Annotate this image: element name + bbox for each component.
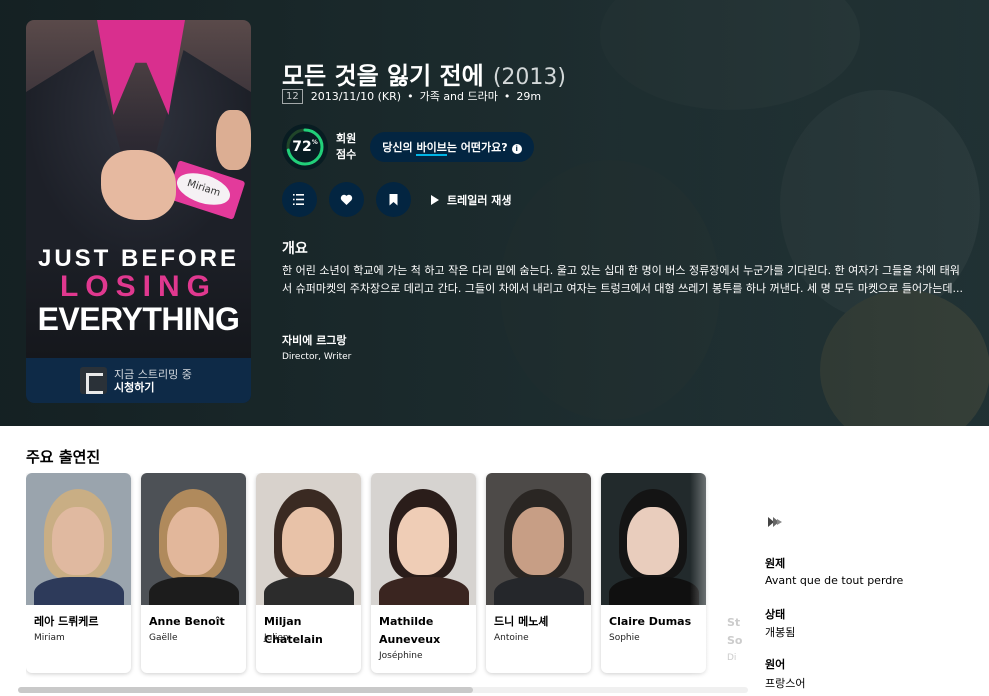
- original-title-value: Avant que de tout perdre: [765, 574, 904, 587]
- cast-name[interactable]: Anne Benoît: [149, 613, 241, 631]
- poster-title: JUST BEFORE LOSING EVERYTHING: [37, 245, 240, 337]
- cast-card[interactable]: Anne Benoît Gaëlle: [141, 473, 246, 673]
- watch-now-link[interactable]: 시청하기: [114, 381, 192, 394]
- cast-list: 레아 드뤼케르 Miriam Anne Benoît Gaëlle Miljan…: [26, 473, 744, 673]
- release-date: 2013/11/10 (KR): [310, 89, 402, 103]
- cast-heading: 주요 출연진: [26, 448, 101, 466]
- movie-title[interactable]: 모든 것을 잃기 전에: [282, 62, 484, 90]
- language-value: 프랑스어: [765, 677, 806, 690]
- hero-section: Miriam JUST BEFORE LOSING EVERYTHING 지금 …: [0, 0, 989, 426]
- play-icon: [431, 194, 439, 205]
- status-value: 개봉됨: [765, 626, 796, 639]
- cast-card[interactable]: Mathilde Auneveux Joséphine: [371, 473, 476, 673]
- cast-name[interactable]: Mathilde Auneveux: [379, 613, 471, 649]
- language-label: 원어: [765, 658, 786, 671]
- favorite-button[interactable]: [329, 182, 364, 217]
- cast-name[interactable]: Miljan Chatelain: [264, 613, 356, 649]
- provider-logo-icon: [80, 367, 107, 394]
- action-buttons: 트레일러 재생: [282, 182, 512, 217]
- justwatch-icon[interactable]: [765, 512, 785, 532]
- cast-scrollbar[interactable]: [18, 687, 748, 693]
- cast-card[interactable]: 드니 메노셰 Antoine: [486, 473, 591, 673]
- watchlist-button[interactable]: [376, 182, 411, 217]
- cast-name[interactable]: 레아 드뤼케르: [34, 613, 126, 631]
- list-icon: [293, 194, 304, 205]
- cast-name-partial: St So: [727, 616, 743, 647]
- streaming-label: 지금 스트리밍 중: [114, 367, 192, 381]
- cast-photo[interactable]: [256, 473, 361, 605]
- cast-character-partial: Di: [727, 653, 737, 663]
- original-title-label: 원제: [765, 557, 786, 570]
- crew-name[interactable]: 자비에 르그랑: [282, 332, 347, 348]
- movie-poster[interactable]: Miriam JUST BEFORE LOSING EVERYTHING 지금 …: [26, 20, 251, 403]
- crew-role: Director, Writer: [282, 352, 352, 362]
- cast-photo[interactable]: [486, 473, 591, 605]
- overview-heading: 개요: [282, 241, 308, 257]
- release-year: (2013): [492, 65, 566, 90]
- cast-character: Joséphine: [379, 651, 423, 661]
- certification-badge: 12: [282, 88, 303, 104]
- cast-card[interactable]: 레아 드뤼케르 Miriam: [26, 473, 131, 673]
- facts-row: 12 2013/11/10 (KR) • 가족 and 드라마 • 29m: [282, 88, 541, 104]
- cast-character: Gaëlle: [149, 633, 178, 643]
- add-to-list-button[interactable]: [282, 182, 317, 217]
- user-score-unit: %: [311, 139, 318, 146]
- bookmark-icon: [389, 194, 398, 206]
- cast-photo[interactable]: [26, 473, 131, 605]
- cast-character: Sophie: [609, 633, 640, 643]
- streaming-bar[interactable]: 지금 스트리밍 중 시청하기: [26, 358, 251, 403]
- overview-text: 한 어린 소년이 학교에 가는 척 하고 작은 다리 밑에 숨는다. 울고 있는…: [282, 264, 963, 295]
- play-trailer-button[interactable]: 트레일러 재생: [431, 192, 512, 208]
- user-score-chart[interactable]: 72%: [282, 124, 328, 170]
- cast-scrollbar-thumb[interactable]: [18, 687, 473, 693]
- genres[interactable]: 가족 and 드라마: [420, 88, 498, 104]
- cast-character: Julien: [264, 633, 289, 643]
- score-row: 72% 회원 점수 당신의 바이브는 어떤가요? i: [282, 124, 534, 170]
- runtime: 29m: [516, 89, 542, 103]
- heart-icon: [340, 194, 353, 205]
- cast-photo[interactable]: [141, 473, 246, 605]
- poster-image: Miriam JUST BEFORE LOSING EVERYTHING: [26, 20, 251, 358]
- cast-photo[interactable]: [371, 473, 476, 605]
- user-score-value: 72: [292, 139, 312, 155]
- cast-name[interactable]: Claire Dumas: [609, 613, 701, 631]
- cast-character: Miriam: [34, 633, 65, 643]
- status-label: 상태: [765, 608, 786, 621]
- vibe-button[interactable]: 당신의 바이브는 어떤가요? i: [370, 132, 534, 162]
- cast-scroller[interactable]: 레아 드뤼케르 Miriam Anne Benoît Gaëlle Miljan…: [26, 473, 744, 683]
- user-score-label: 회원 점수: [336, 132, 357, 161]
- info-icon: i: [511, 144, 522, 154]
- cast-character: Antoine: [494, 633, 529, 643]
- cast-name[interactable]: 드니 메노셰: [494, 613, 586, 631]
- title-row: 모든 것을 잃기 전에 (2013): [282, 56, 566, 91]
- cast-card[interactable]: Miljan Chatelain Julien: [256, 473, 361, 673]
